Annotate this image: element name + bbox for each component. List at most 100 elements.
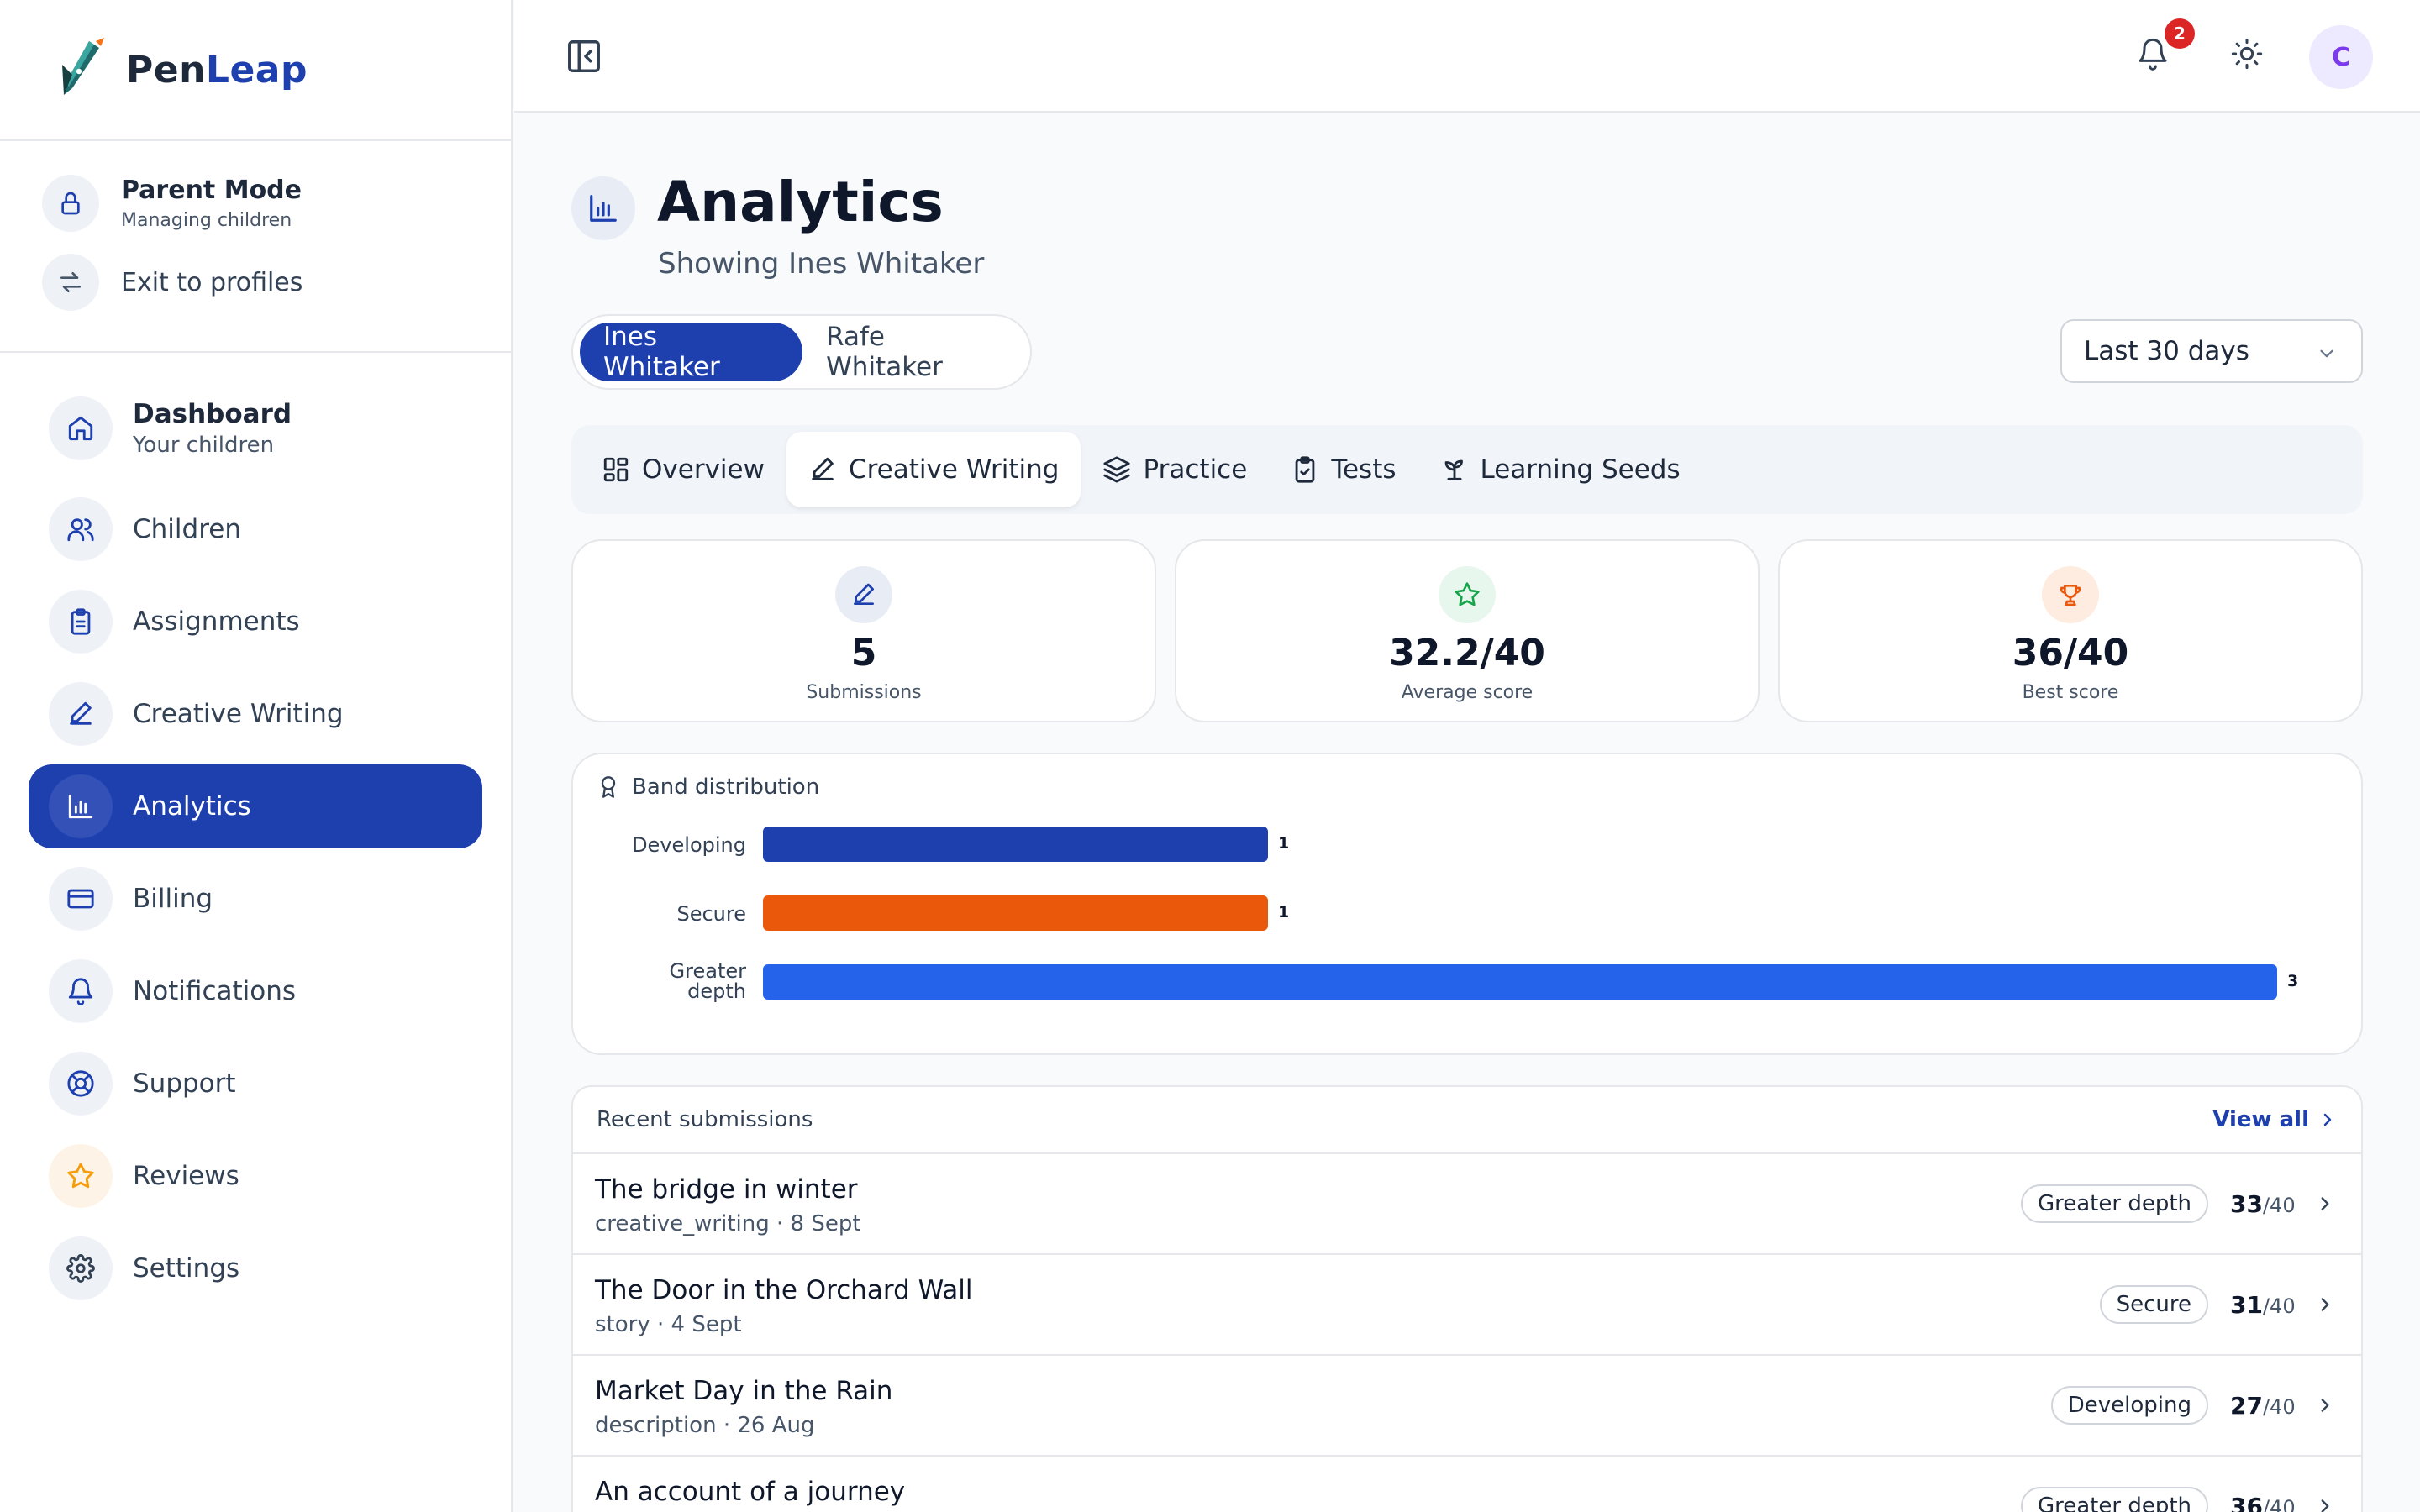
submission-score: 36/40: [2230, 1493, 2306, 1512]
score-out-of: /40: [2262, 1495, 2296, 1512]
submission-score: 31/40: [2230, 1291, 2306, 1319]
band-badge: Developing: [2050, 1386, 2208, 1425]
star-icon: [1439, 566, 1496, 623]
tab-label: Learning Seeds: [1480, 454, 1681, 485]
stat-value: 36/40: [2012, 632, 2129, 675]
award-icon: [601, 776, 616, 798]
home-icon: [49, 396, 113, 460]
submission-meta: description · 26 Aug: [595, 1413, 815, 1438]
sidebar-item-label: Notifications: [133, 976, 297, 1006]
bar-category-label: Secure: [607, 904, 746, 924]
bar-category-label: Greater depth: [607, 961, 746, 1001]
brand-name-pen: Pen: [126, 48, 206, 92]
child-option-rafe[interactable]: Rafe Whitaker: [802, 322, 1030, 382]
bar-category-label-line: Secure: [676, 902, 746, 926]
stat-card-average-score: 32.2/40 Average score: [1175, 539, 1760, 722]
stat-label: Submissions: [806, 682, 922, 703]
tab-overview[interactable]: Overview: [580, 432, 786, 507]
score-value: 36: [2230, 1492, 2263, 1512]
tab-learning-seeds[interactable]: Learning Seeds: [1418, 432, 1702, 507]
exit-to-profiles-label: Exit to profiles: [121, 267, 303, 297]
bar-row: Greater depth 3: [573, 961, 2361, 1001]
bar-value-label: 1: [1278, 834, 1290, 853]
parent-mode-panel: Parent Mode Managing children Exit to pr…: [0, 141, 511, 353]
sidebar-item-support[interactable]: Support: [29, 1042, 482, 1126]
bar: [763, 827, 1268, 862]
band-distribution-header: Band distribution: [597, 774, 819, 800]
child-option-ines[interactable]: Ines Whitaker: [580, 322, 803, 382]
exit-to-profiles-button[interactable]: Exit to profiles: [0, 254, 511, 311]
sidebar-item-notifications[interactable]: Notifications: [29, 949, 482, 1033]
sidebar-item-dashboard[interactable]: Dashboard Your children: [29, 378, 482, 479]
sidebar-item-label: Billing: [133, 884, 213, 914]
score-value: 33: [2230, 1189, 2263, 1218]
parent-mode-row[interactable]: Parent Mode Managing children: [0, 175, 511, 232]
switch-arrows-icon: [42, 254, 99, 311]
submission-title: The bridge in winter: [595, 1174, 858, 1205]
band-badge: Secure: [2099, 1285, 2208, 1324]
bar: [763, 964, 2277, 1000]
stat-value: 32.2/40: [1389, 632, 1545, 675]
tab-label: Tests: [1331, 454, 1397, 485]
gear-icon: [49, 1236, 113, 1300]
sprout-icon: [1444, 459, 1463, 480]
sidebar-item-label: Children: [133, 514, 241, 544]
view-all-label: View all: [2212, 1107, 2309, 1132]
chevron-right-icon: [2321, 1499, 2329, 1512]
brand-name: PenLeap: [126, 49, 308, 92]
date-range-value: Last 30 days: [2084, 336, 2249, 366]
sidebar-item-settings[interactable]: Settings: [29, 1226, 482, 1310]
tab-creative-writing[interactable]: Creative Writing: [786, 432, 1081, 507]
chevron-right-icon: [2323, 1113, 2332, 1126]
bar: [763, 895, 1268, 931]
tab-label: Overview: [642, 454, 765, 485]
sidebar-item-children[interactable]: Children: [29, 487, 482, 571]
submission-title: An account of a journey: [595, 1477, 906, 1507]
submission-row[interactable]: Market Day in the Rain description · 26 A…: [573, 1356, 2361, 1457]
sidebar-item-assignments[interactable]: Assignments: [29, 580, 482, 664]
sidebar-toggle-button[interactable]: [565, 37, 603, 76]
date-range-select[interactable]: Last 30 days: [2060, 319, 2363, 383]
tab-practice[interactable]: Practice: [1081, 432, 1269, 507]
sidebar-item-reviews[interactable]: Reviews: [29, 1134, 482, 1218]
parent-mode-subtitle: Managing children: [121, 210, 292, 231]
score-value: 31: [2230, 1290, 2263, 1319]
submission-row[interactable]: The Door in the Orchard Wall story · 4 Se…: [573, 1255, 2361, 1356]
chevron-right-icon: [2321, 1197, 2329, 1210]
sidebar-item-analytics[interactable]: Analytics: [29, 764, 482, 848]
bar-value-label: 1: [1278, 903, 1290, 921]
clipboard-icon: [49, 590, 113, 654]
layers-icon: [1103, 456, 1131, 483]
submission-row[interactable]: The bridge in winter creative_writing · 8…: [573, 1154, 2361, 1255]
grid-icon: [603, 457, 629, 482]
lifebuoy-icon: [49, 1052, 113, 1116]
notification-count-badge: 2: [2165, 18, 2195, 49]
star-icon: [49, 1144, 113, 1208]
bar-category-label-line: depth: [687, 979, 746, 1003]
lock-icon: [42, 175, 99, 232]
theme-toggle-button[interactable]: [2230, 37, 2270, 77]
chevron-down-icon: [2320, 349, 2333, 358]
user-avatar[interactable]: C: [2309, 25, 2373, 89]
bar-row: Secure 1: [573, 895, 2361, 932]
sidebar-item-billing[interactable]: Billing: [29, 857, 482, 941]
penleap-logo: [62, 38, 104, 95]
submission-score: 27/40: [2230, 1392, 2306, 1420]
pen-icon: [835, 566, 892, 623]
bar-category-label: Developing: [607, 835, 746, 855]
submission-score: 33/40: [2230, 1190, 2306, 1218]
score-value: 27: [2230, 1391, 2263, 1420]
view-all-link[interactable]: View all: [2212, 1107, 2338, 1132]
sidebar-item-creative-writing[interactable]: Creative Writing: [29, 672, 482, 756]
brand[interactable]: PenLeap: [0, 0, 511, 141]
bar-chart-icon: [49, 774, 113, 838]
sidebar-item-label: Settings: [133, 1253, 240, 1284]
tab-label: Practice: [1143, 454, 1248, 485]
page-title: Analytics: [657, 170, 944, 234]
parent-mode-title: Parent Mode: [121, 176, 302, 205]
band-distribution-card: Band distribution Developing 1 Secure 1 Grea…: [571, 753, 2363, 1055]
analytics-tabs: Overview Creative Writing Practice Tests…: [571, 425, 2363, 514]
score-out-of: /40: [2262, 1394, 2296, 1419]
submission-row[interactable]: An account of a journey Greater depth 36/4…: [573, 1457, 2361, 1512]
tab-tests[interactable]: Tests: [1269, 432, 1418, 507]
